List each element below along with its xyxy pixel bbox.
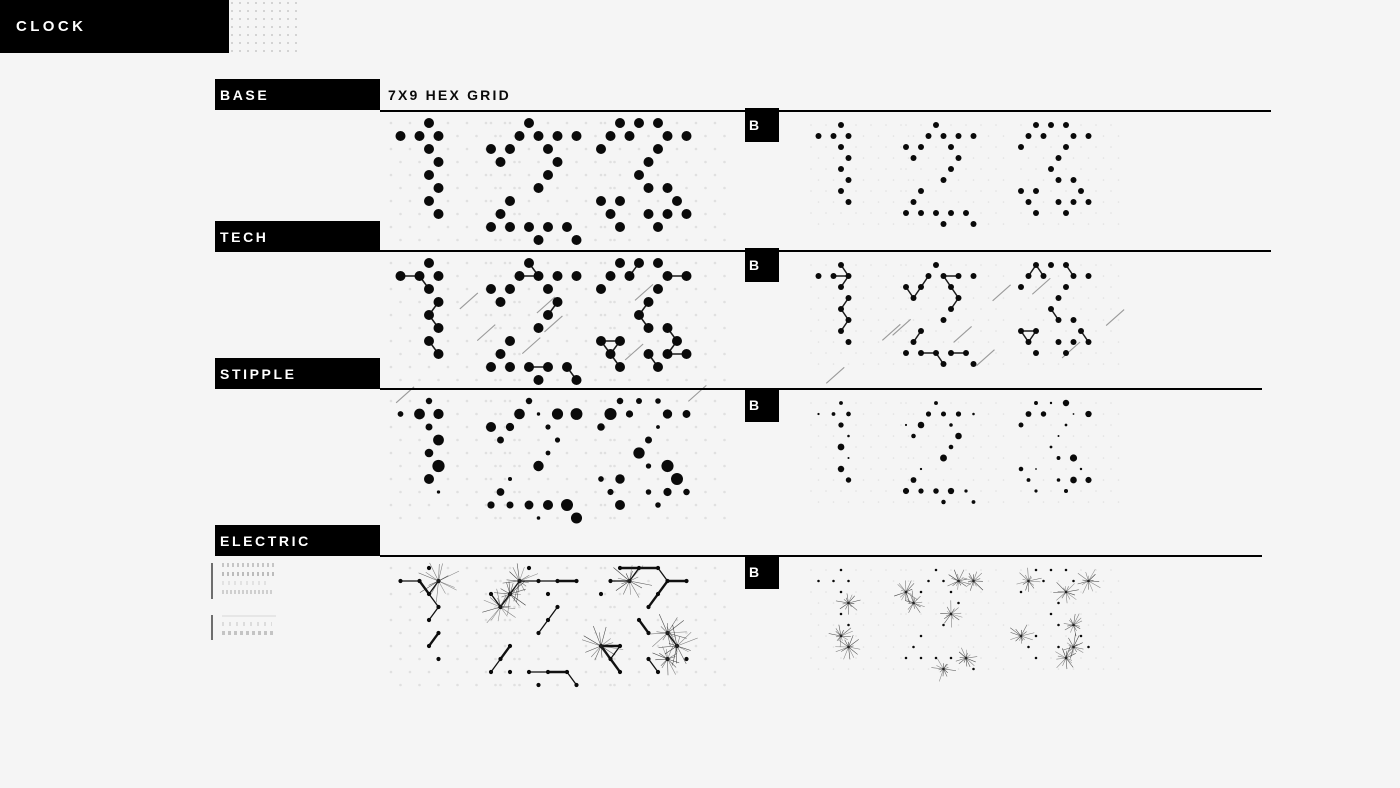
section-label-electric[interactable]: ELECTRIC bbox=[215, 525, 380, 556]
section-divider-stipple bbox=[380, 388, 1262, 390]
section-divider-electric bbox=[380, 555, 1262, 557]
annotation-note-1 bbox=[211, 563, 277, 599]
app-title: CLOCK bbox=[16, 18, 87, 35]
digit-base-left-3[interactable] bbox=[595, 115, 747, 259]
digit-base-right-2[interactable] bbox=[900, 117, 1020, 241]
digit-electric-left-3[interactable] bbox=[581, 560, 747, 704]
note-line bbox=[222, 590, 274, 594]
digit-electric-right-3[interactable] bbox=[1010, 562, 1135, 686]
section-divider-base bbox=[380, 110, 1271, 112]
note-line bbox=[222, 581, 270, 585]
badge-b-base[interactable]: B bbox=[745, 108, 779, 142]
badge-b-tech[interactable]: B bbox=[745, 248, 779, 282]
note-line bbox=[222, 563, 277, 567]
note-line bbox=[222, 631, 274, 635]
section-divider-tech bbox=[380, 250, 1271, 252]
digit-base-right-3[interactable] bbox=[1015, 117, 1135, 241]
digit-tech-right-3[interactable] bbox=[1015, 257, 1135, 381]
section-label-base[interactable]: BASE bbox=[215, 79, 380, 110]
section-label-text: ELECTRIC bbox=[220, 532, 311, 549]
note-line bbox=[222, 572, 277, 576]
note-line bbox=[222, 615, 276, 617]
section-label-text: BASE bbox=[220, 86, 270, 103]
annotation-note-2 bbox=[211, 615, 276, 640]
digit-stipple-left-3[interactable] bbox=[595, 393, 747, 537]
digit-electric-right-2[interactable] bbox=[894, 562, 1020, 686]
app-root: CLOCK BASE 7X9 HEX GRID B TECH B STIPPLE B ELEC… bbox=[0, 0, 1400, 788]
digit-stipple-right-3[interactable] bbox=[1015, 395, 1135, 519]
dot-grid-icon bbox=[229, 0, 303, 53]
section-label-text: TECH bbox=[220, 228, 269, 245]
section-meta-base: 7X9 HEX GRID bbox=[388, 87, 511, 103]
section-label-text: STIPPLE bbox=[220, 365, 297, 382]
badge-b-electric[interactable]: B bbox=[745, 555, 779, 589]
section-label-tech[interactable]: TECH bbox=[215, 221, 380, 252]
badge-b-stipple[interactable]: B bbox=[745, 388, 779, 422]
digit-stipple-right-2[interactable] bbox=[900, 395, 1020, 519]
section-label-stipple[interactable]: STIPPLE bbox=[215, 358, 380, 389]
digit-tech-right-2[interactable] bbox=[900, 257, 1020, 381]
app-header: CLOCK bbox=[0, 0, 229, 53]
digit-tech-left-3[interactable] bbox=[595, 255, 747, 402]
note-line bbox=[222, 622, 272, 626]
